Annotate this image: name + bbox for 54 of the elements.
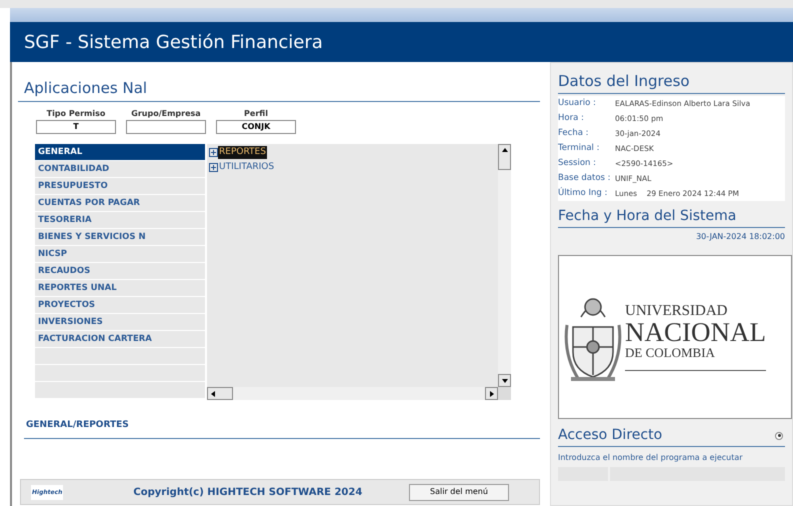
module-item[interactable]: BIENES Y SERVICIOS N xyxy=(35,229,205,245)
module-item[interactable]: RECAUDOS xyxy=(35,263,205,279)
expand-icon[interactable] xyxy=(209,163,218,172)
module-item[interactable]: REPORTES UNAL xyxy=(35,280,205,296)
logo-text: NACIONAL xyxy=(625,319,766,345)
module-item[interactable]: PROYECTOS xyxy=(35,297,205,313)
vertical-scrollbar[interactable] xyxy=(498,144,511,387)
scrollbar-corner xyxy=(498,387,511,400)
module-item[interactable]: NICSP xyxy=(35,246,205,262)
section-heading: Datos del Ingreso xyxy=(558,72,690,90)
module-item[interactable]: TESORERIA xyxy=(35,212,205,228)
info-label: Último Ing : xyxy=(558,187,608,200)
field-label: Tipo Permiso xyxy=(46,108,106,120)
info-label: Hora : xyxy=(558,112,585,125)
info-label: Session : xyxy=(558,157,597,170)
field-label: Perfil xyxy=(244,108,268,120)
scroll-up-button[interactable] xyxy=(498,144,511,170)
horizontal-scrollbar[interactable] xyxy=(207,387,498,400)
logo-text: DE COLOMBIA xyxy=(625,345,766,371)
hint-text: Introduzca el nombre del programa a ejecutar xyxy=(558,452,744,464)
up-arrow-icon xyxy=(502,148,508,152)
exit-button[interactable]: Salir del menú xyxy=(409,484,509,500)
down-arrow-icon xyxy=(502,378,508,382)
scroll-right-button[interactable] xyxy=(485,387,498,400)
module-item[interactable]: INVERSIONES xyxy=(35,314,205,330)
system-datetime: 30-JAN-2024 18:02:00 xyxy=(696,231,785,243)
right-arrow-icon xyxy=(490,390,494,396)
logo-text: UNIVERSIDAD xyxy=(625,303,728,319)
info-label: Usuario : xyxy=(558,97,597,110)
input-field[interactable] xyxy=(126,120,206,134)
input-field[interactable]: T xyxy=(36,120,116,134)
input-field[interactable]: CONJK xyxy=(216,120,296,134)
module-item[interactable]: CUENTAS POR PAGAR xyxy=(35,195,205,211)
expand-icon[interactable] xyxy=(209,148,218,157)
window-title: SGF - Sistema Gestión Financiera xyxy=(24,30,323,54)
module-item[interactable]: FACTURACION CARTERA xyxy=(35,331,205,347)
left-arrow-icon xyxy=(211,390,215,396)
info-label: Fecha : xyxy=(558,127,590,140)
scroll-left-button[interactable] xyxy=(207,387,233,400)
radio-button[interactable] xyxy=(775,432,783,440)
breadcrumb: GENERAL/REPORTES xyxy=(26,420,129,430)
module-item[interactable]: CONTABILIDAD xyxy=(35,161,205,177)
scroll-down-button[interactable] xyxy=(498,374,511,387)
copyright-text: Copyright(c) HIGHTECH SOFTWARE 2024 xyxy=(133,486,362,500)
info-label: Base datos : xyxy=(558,172,612,185)
section-heading: Acceso Directo xyxy=(558,426,662,445)
info-label: Terminal : xyxy=(558,142,600,155)
module-item[interactable]: GENERAL xyxy=(35,144,205,160)
section-heading: Fecha y Hora del Sistema xyxy=(558,208,736,224)
tree-item[interactable]: REPORTES xyxy=(218,146,267,159)
tree-item[interactable]: UTILITARIOS xyxy=(218,161,276,174)
section-heading: Aplicaciones Nal xyxy=(24,79,148,97)
field-label: Grupo/Empresa xyxy=(131,108,201,120)
module-item[interactable]: PRESUPUESTO xyxy=(35,178,205,194)
